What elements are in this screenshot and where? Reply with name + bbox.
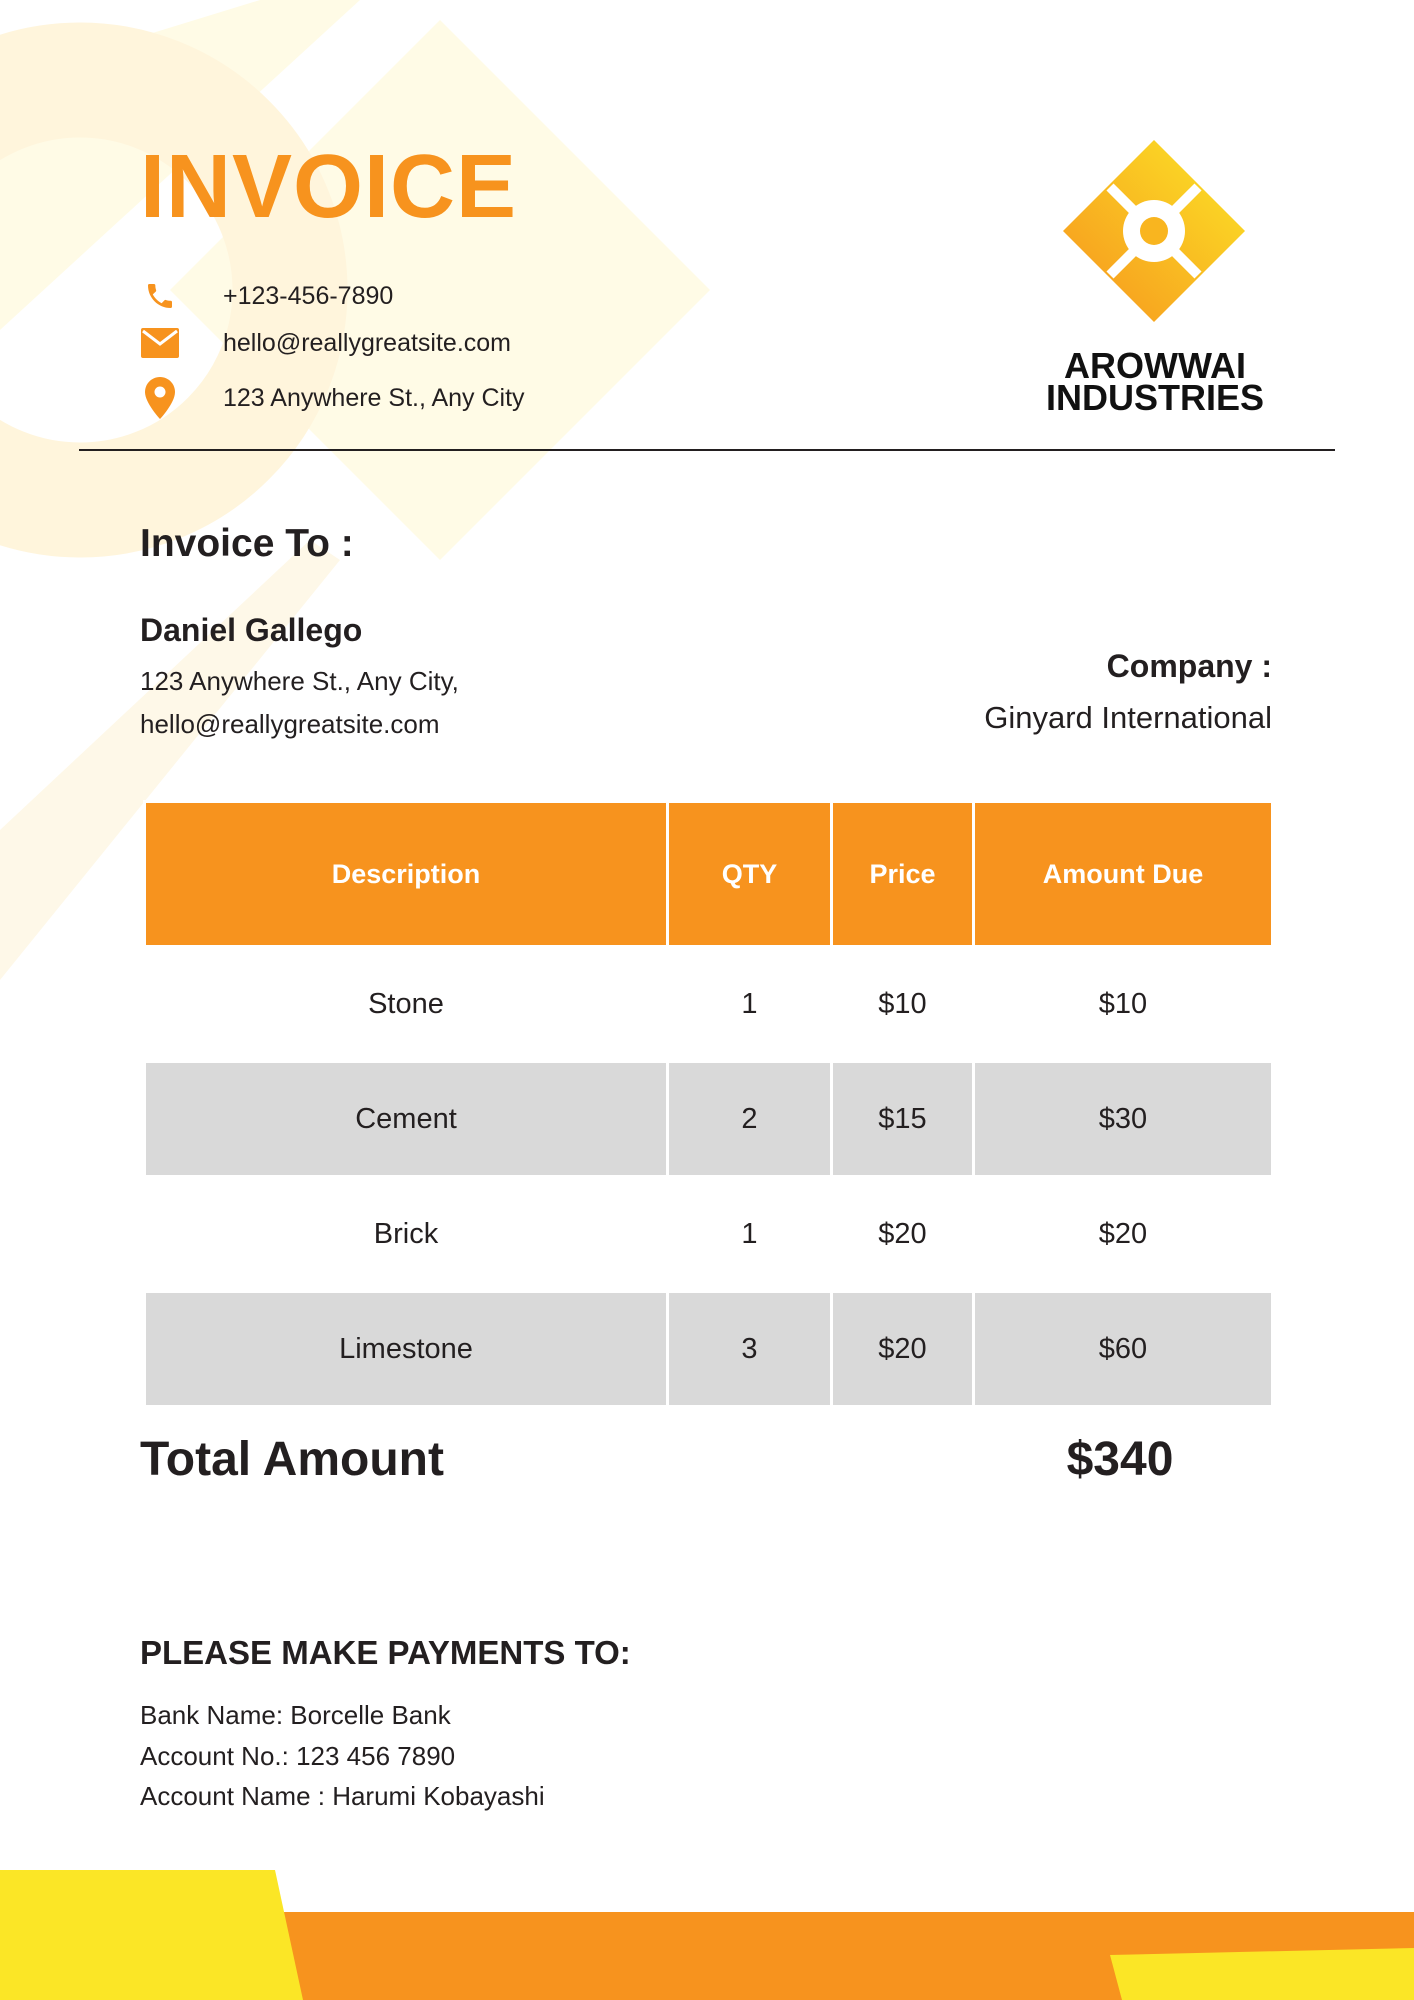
cell-description: Limestone [143, 1290, 669, 1408]
mail-icon [140, 323, 180, 363]
cell-amount: $60 [972, 1290, 1274, 1408]
company-brand-name: AROWWAI INDUSTRIES [1010, 348, 1300, 418]
cell-price: $15 [830, 1060, 975, 1178]
table-row: Stone 1 $10 $10 [143, 945, 1274, 1063]
header-price: Price [830, 800, 975, 948]
header-qty: QTY [666, 800, 833, 948]
contact-phone-row: +123-456-7890 [140, 276, 393, 316]
diamond-logo-icon [1063, 140, 1245, 322]
cell-price: $20 [830, 1290, 975, 1408]
contact-phone: +123-456-7890 [223, 281, 394, 310]
payment-account-name: Account Name : Harumi Kobayashi [140, 1781, 545, 1811]
cell-description: Brick [143, 1175, 669, 1293]
header-description: Description [143, 800, 669, 948]
total-amount-value: $340 [1066, 1433, 1174, 1486]
header-amount-due: Amount Due [972, 800, 1274, 948]
location-pin-icon [140, 377, 180, 419]
cell-qty: 1 [666, 945, 833, 1063]
invoice-items-table: Description QTY Price Amount Due Stone 1… [143, 800, 1274, 1408]
cell-qty: 2 [666, 1060, 833, 1178]
company-name: Ginyard International [984, 700, 1272, 735]
cell-price: $20 [830, 1175, 975, 1293]
payment-heading: PLEASE MAKE PAYMENTS TO: [140, 1634, 631, 1671]
brand-line-2: INDUSTRIES [1045, 377, 1265, 418]
cell-price: $10 [830, 945, 975, 1063]
total-amount-label: Total Amount [140, 1433, 444, 1486]
table-header-row: Description QTY Price Amount Due [143, 800, 1274, 948]
cell-amount: $30 [972, 1060, 1274, 1178]
contact-email: hello@reallygreatsite.com [223, 328, 512, 357]
company-label: Company : [1106, 648, 1272, 684]
contact-address: 123 Anywhere St., Any City [223, 383, 525, 412]
contact-address-row: 123 Anywhere St., Any City [140, 377, 525, 419]
cell-qty: 3 [666, 1290, 833, 1408]
client-name: Daniel Gallego [140, 612, 363, 648]
cell-amount: $20 [972, 1175, 1274, 1293]
payment-account-number: Account No.: 123 456 7890 [140, 1741, 456, 1771]
invoice-title: INVOICE [140, 137, 518, 237]
cell-amount: $10 [972, 945, 1274, 1063]
cell-qty: 1 [666, 1175, 833, 1293]
cell-description: Stone [143, 945, 669, 1063]
table-row: Brick 1 $20 $20 [143, 1175, 1274, 1293]
table-row: Cement 2 $15 $30 [143, 1060, 1274, 1178]
client-email: hello@reallygreatsite.com [140, 709, 440, 739]
payment-bank-name: Bank Name: Borcelle Bank [140, 1700, 451, 1730]
cell-description: Cement [143, 1060, 669, 1178]
phone-icon [140, 276, 180, 316]
footer-yellow-left [0, 1870, 303, 2000]
invoice-to-heading: Invoice To : [140, 522, 354, 565]
header-divider [79, 449, 1335, 451]
footer-yellow-right [1110, 1948, 1414, 2000]
client-address: 123 Anywhere St., Any City, [140, 666, 459, 696]
contact-email-row: hello@reallygreatsite.com [140, 323, 511, 363]
table-row: Limestone 3 $20 $60 [143, 1290, 1274, 1408]
